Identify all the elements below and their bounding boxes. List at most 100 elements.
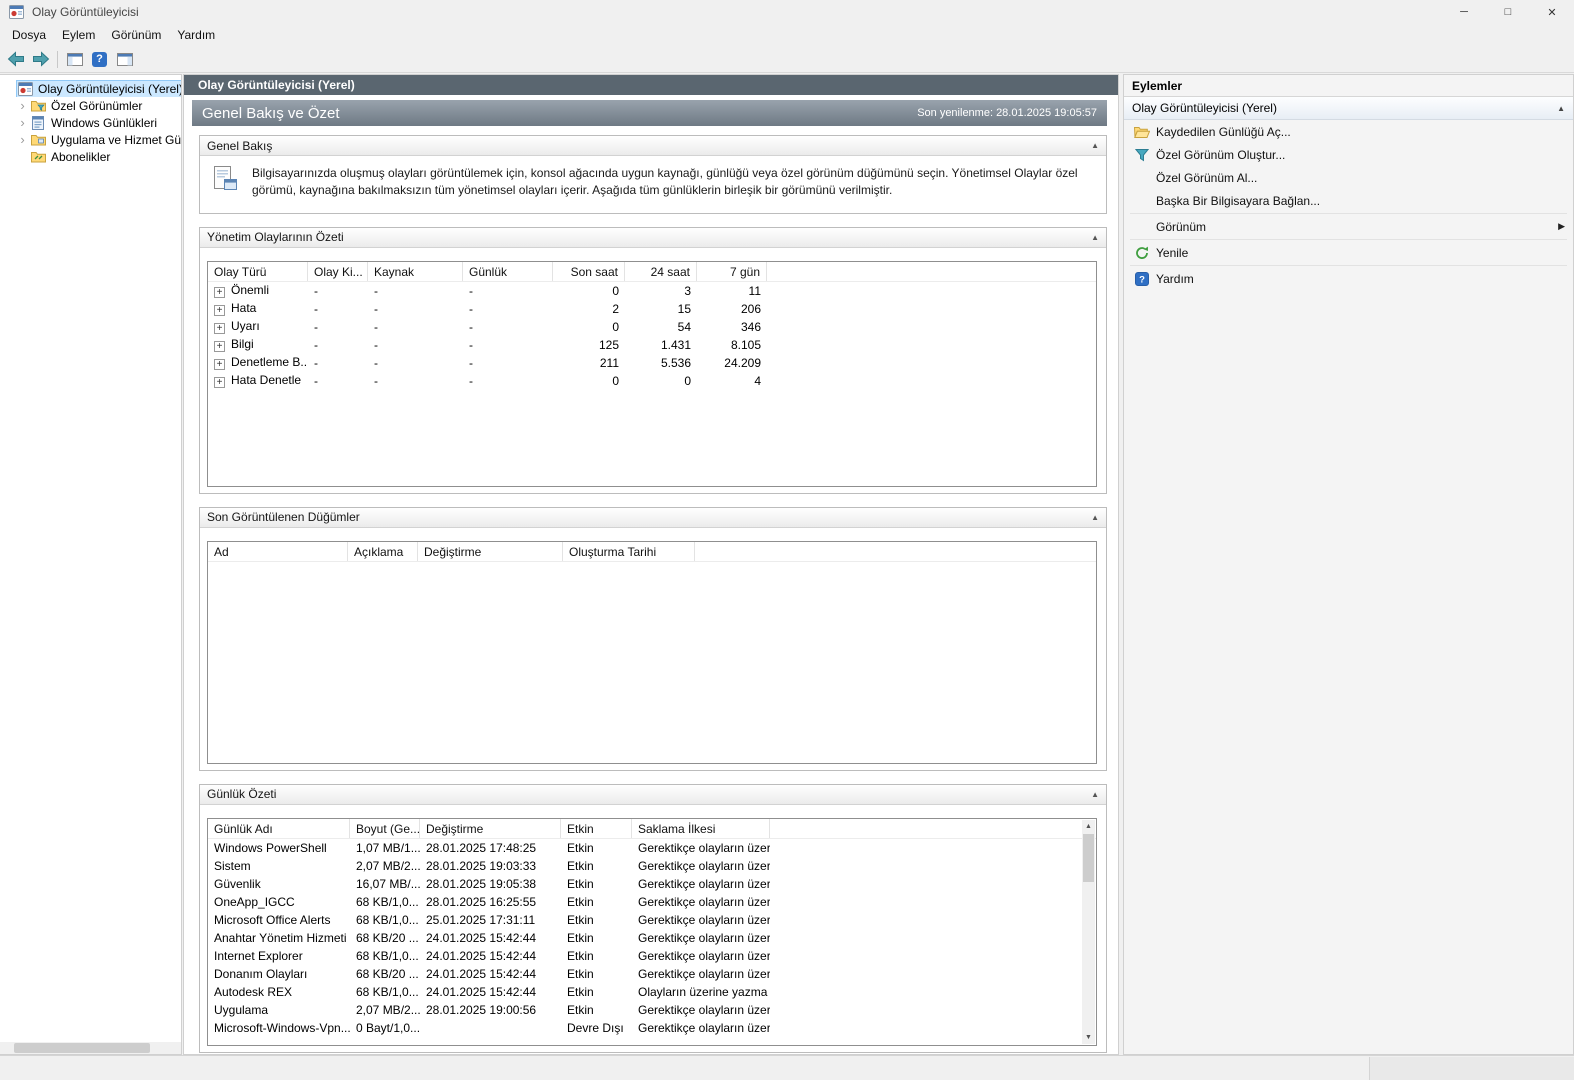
action-label: Görünüm: [1156, 219, 1207, 234]
table-cell: Gerektikçe olayların üzer...: [638, 966, 770, 981]
table-body: + Önemli - - - 0 3 11 + Hata - - - 2 15 206 + Uyarı - - - 0 54…: [208, 282, 1096, 390]
action-item[interactable]: Başka Bir Bilgisayara Bağlan...: [1124, 189, 1573, 212]
expand-plus-icon[interactable]: +: [214, 323, 225, 335]
table-row[interactable]: Internet Explorer 68 KB/1,0... 24.01.2025 …: [208, 947, 1096, 965]
table-row[interactable]: + Denetleme B... - - -211 5.536 24.209: [208, 354, 1096, 372]
action-item[interactable]: Özel Görünüm Al...: [1124, 166, 1573, 189]
tree-item-highlight: Windows Günlükleri: [30, 115, 160, 131]
no-icon: [1133, 170, 1150, 186]
column-header[interactable]: Değiştirme: [418, 541, 563, 561]
tree-item[interactable]: Olay Görüntüleyicisi (Yerel): [0, 80, 181, 97]
menu-file[interactable]: Dosya: [4, 25, 54, 45]
table-row[interactable]: + Önemli - - - 0 3 11: [208, 282, 1096, 300]
menu-help[interactable]: Yardım: [169, 25, 223, 45]
table-row[interactable]: OneApp_IGCC 68 KB/1,0... 28.01.2025 16:25:…: [208, 893, 1096, 911]
tree-item[interactable]: › Özel Görünümler: [0, 97, 181, 114]
table-row[interactable]: Windows PowerShell 1,07 MB/1... 28.01.2025…: [208, 839, 1096, 857]
column-header[interactable]: Etkin: [561, 818, 632, 838]
tree-item-label: Abonelikler: [51, 149, 111, 164]
column-header[interactable]: Açıklama: [348, 541, 418, 561]
table-row[interactable]: + Hata Denetle - - -0 0 4: [208, 372, 1096, 390]
collapse-icon[interactable]: ▲: [1557, 104, 1565, 113]
collapse-icon[interactable]: ▲: [1091, 513, 1099, 522]
table-cell: 24.01.2025 15:42:44: [426, 966, 537, 981]
column-header[interactable]: Günlük: [463, 261, 553, 281]
tree-item[interactable]: › Uygulama ve Hizmet Günlükleri: [0, 131, 181, 148]
column-header[interactable]: Olay Türü: [208, 261, 308, 281]
action-item[interactable]: Görünüm ▶: [1124, 215, 1573, 238]
table-cell: 346: [740, 319, 761, 334]
column-header[interactable]: Saklama İlkesi: [632, 818, 770, 838]
table-row[interactable]: Sistem 2,07 MB/2... 28.01.2025 19:03:33 Etk…: [208, 857, 1096, 875]
expand-plus-icon[interactable]: +: [214, 287, 225, 299]
table-row[interactable]: Anahtar Yönetim Hizmeti 68 KB/20 ... 24.01…: [208, 929, 1096, 947]
table-cell: -: [469, 283, 473, 298]
table-row[interactable]: + Uyarı - - - 0 54 346: [208, 318, 1096, 336]
scroll-down-icon[interactable]: ▼: [1082, 1031, 1095, 1044]
table-row[interactable]: Güvenlik 16,07 MB/... 28.01.2025 19:05:38 E…: [208, 875, 1096, 893]
column-header[interactable]: Değiştirme: [420, 818, 561, 838]
close-button[interactable]: ✕: [1530, 0, 1574, 24]
table-cell: Donanım Olayları: [214, 966, 308, 981]
table-cell: Etkin: [567, 984, 594, 999]
show-action-pane-button[interactable]: [112, 48, 137, 71]
table-row[interactable]: Uygulama 2,07 MB/2... 28.01.2025 19:00:56 E…: [208, 1001, 1096, 1019]
table-row[interactable]: Autodesk REX 68 KB/1,0... 24.01.2025 15:42…: [208, 983, 1096, 1001]
table-row[interactable]: + Hata - - - 2 15 206: [208, 300, 1096, 318]
help-button[interactable]: ?: [87, 48, 112, 71]
vertical-scrollbar[interactable]: ▲ ▼: [1082, 819, 1095, 1044]
scroll-thumb[interactable]: [1083, 833, 1094, 882]
column-header[interactable]: Olay Ki...: [308, 261, 368, 281]
menu-view[interactable]: Görünüm: [103, 25, 169, 45]
overview-text: Bilgisayarınızda oluşmuş olayları görünt…: [252, 166, 1078, 198]
chevron-right-icon[interactable]: ›: [15, 133, 30, 146]
tree-item[interactable]: Abonelikler: [0, 148, 181, 165]
table-cell: Gerektikçe olayların üzer...: [638, 912, 770, 927]
tree-horizontal-scrollbar[interactable]: [0, 1042, 181, 1054]
overview-group-header[interactable]: Genel Bakış ▲: [200, 136, 1106, 156]
column-header[interactable]: Oluşturma Tarihi: [563, 541, 695, 561]
column-header[interactable]: Boyut (Ge...: [350, 818, 420, 838]
column-header[interactable]: Son saat: [553, 261, 625, 281]
action-item[interactable]: ? Yardım: [1124, 267, 1573, 290]
menu-action[interactable]: Eylem: [54, 25, 103, 45]
chevron-right-icon[interactable]: ›: [15, 99, 30, 112]
table-cell: 5.536: [660, 355, 691, 370]
column-header[interactable]: Kaynak: [368, 261, 463, 281]
collapse-icon[interactable]: ▲: [1091, 141, 1099, 150]
action-item[interactable]: Özel Görünüm Oluştur...: [1124, 143, 1573, 166]
column-header[interactable]: Günlük Adı: [208, 818, 350, 838]
expand-plus-icon[interactable]: +: [214, 359, 225, 371]
recent-nodes-group-header[interactable]: Son Görüntülenen Düğümler ▲: [200, 507, 1106, 528]
maximize-button[interactable]: □: [1486, 0, 1530, 24]
status-bar-segment: [1369, 1057, 1574, 1080]
column-header[interactable]: 7 gün: [697, 261, 767, 281]
actions-section-header[interactable]: Olay Görüntüleyicisi (Yerel) ▲: [1124, 97, 1573, 120]
table-row[interactable]: Donanım Olayları 68 KB/20 ... 24.01.2025 1…: [208, 965, 1096, 983]
table-row[interactable]: Microsoft Office Alerts 68 KB/1,0... 25.01…: [208, 911, 1096, 929]
chevron-right-icon[interactable]: ›: [15, 116, 30, 129]
minimize-button[interactable]: ─: [1442, 0, 1486, 24]
table-row[interactable]: + Bilgi - - - 125 1.431 8.105: [208, 336, 1096, 354]
column-header[interactable]: Ad: [208, 541, 348, 561]
scroll-up-icon[interactable]: ▲: [1082, 820, 1095, 833]
column-header[interactable]: 24 saat: [625, 261, 697, 281]
admin-summary-group-header[interactable]: Yönetim Olaylarının Özeti ▲: [200, 227, 1106, 248]
action-item[interactable]: Yenile: [1124, 241, 1573, 264]
expand-plus-icon[interactable]: +: [214, 305, 225, 317]
expand-plus-icon[interactable]: +: [214, 377, 225, 389]
expand-plus-icon[interactable]: +: [214, 341, 225, 353]
scroll-thumb[interactable]: [14, 1043, 150, 1053]
collapse-icon[interactable]: ▲: [1091, 233, 1099, 242]
collapse-icon[interactable]: ▲: [1091, 790, 1099, 799]
log-summary-group-header[interactable]: Günlük Özeti ▲: [200, 784, 1106, 805]
tree-item[interactable]: › Windows Günlükleri: [0, 114, 181, 131]
table-cell: 11: [748, 283, 761, 298]
forward-button[interactable]: [28, 48, 53, 71]
table-cell: + Hata Denetle: [208, 373, 308, 389]
action-item[interactable]: Kaydedilen Günlüğü Aç...: [1124, 120, 1573, 143]
back-button[interactable]: [3, 48, 28, 71]
table-row[interactable]: Microsoft-Windows-Vpn... 0 Bayt/1,0... Dev…: [208, 1019, 1096, 1037]
show-console-tree-button[interactable]: [62, 48, 87, 71]
admin-events-summary-group: Yönetim Olaylarının Özeti ▲ Olay Türü Ola…: [199, 226, 1107, 494]
